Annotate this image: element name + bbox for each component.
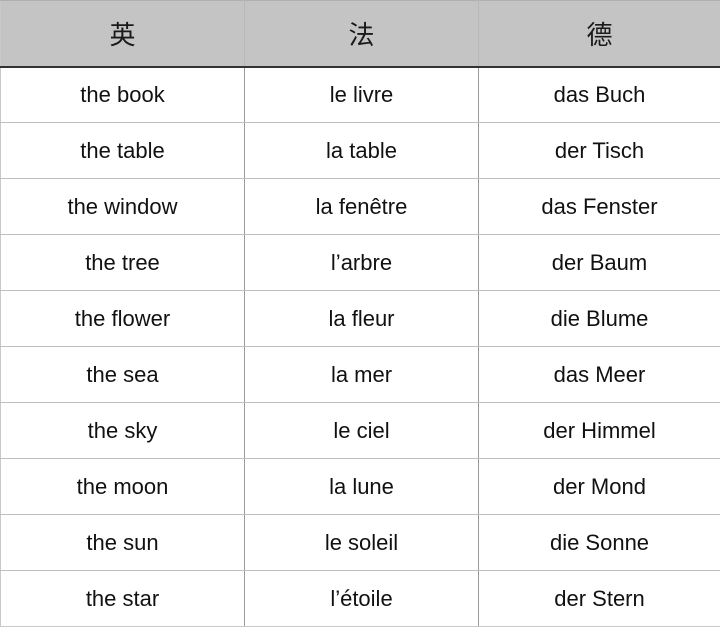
column-header-french: 法 [245, 1, 479, 67]
table-row: the sun le soleil die Sonne [1, 515, 720, 571]
column-header-german: 德 [479, 1, 720, 67]
cell-english: the flower [1, 291, 245, 347]
cell-english: the window [1, 179, 245, 235]
cell-german: der Tisch [479, 123, 720, 179]
cell-german: der Mond [479, 459, 720, 515]
table-row: the table la table der Tisch [1, 123, 720, 179]
header-row: 英 法 德 [1, 1, 720, 67]
cell-french: la fenêtre [245, 179, 479, 235]
cell-french: la mer [245, 347, 479, 403]
cell-french: la fleur [245, 291, 479, 347]
cell-german: die Sonne [479, 515, 720, 571]
cell-german: der Himmel [479, 403, 720, 459]
table-header: 英 法 德 [1, 1, 720, 67]
cell-english: the star [1, 571, 245, 627]
cell-german: das Meer [479, 347, 720, 403]
cell-french: le ciel [245, 403, 479, 459]
cell-english: the sky [1, 403, 245, 459]
cell-english: the moon [1, 459, 245, 515]
cell-english: the sun [1, 515, 245, 571]
cell-french: la lune [245, 459, 479, 515]
cell-french: le soleil [245, 515, 479, 571]
cell-english: the book [1, 67, 245, 123]
table-row: the sea la mer das Meer [1, 347, 720, 403]
cell-german: das Buch [479, 67, 720, 123]
vocabulary-table-container: 英 法 德 the book le livre das Buch the tab… [0, 0, 720, 624]
cell-french: le livre [245, 67, 479, 123]
table-row: the flower la fleur die Blume [1, 291, 720, 347]
table-row: the window la fenêtre das Fenster [1, 179, 720, 235]
table-row: the sky le ciel der Himmel [1, 403, 720, 459]
table-row: the moon la lune der Mond [1, 459, 720, 515]
cell-german: der Stern [479, 571, 720, 627]
vocabulary-table: 英 法 德 the book le livre das Buch the tab… [0, 0, 720, 627]
cell-english: the sea [1, 347, 245, 403]
cell-german: die Blume [479, 291, 720, 347]
column-header-english: 英 [1, 1, 245, 67]
cell-french: la table [245, 123, 479, 179]
table-row: the book le livre das Buch [1, 67, 720, 123]
cell-english: the tree [1, 235, 245, 291]
table-row: the tree l’arbre der Baum [1, 235, 720, 291]
cell-german: der Baum [479, 235, 720, 291]
table-row: the star l’étoile der Stern [1, 571, 720, 627]
cell-english: the table [1, 123, 245, 179]
cell-french: l’arbre [245, 235, 479, 291]
cell-french: l’étoile [245, 571, 479, 627]
cell-german: das Fenster [479, 179, 720, 235]
table-body: the book le livre das Buch the table la … [1, 67, 720, 627]
